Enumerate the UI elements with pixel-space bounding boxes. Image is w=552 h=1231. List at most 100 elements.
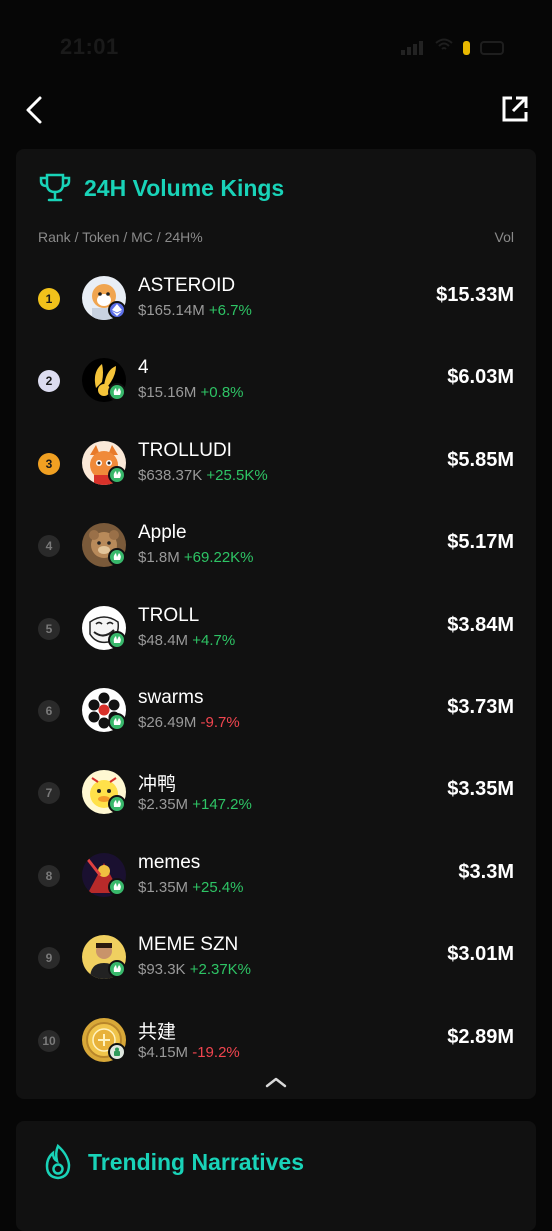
volume-kings-header: 24H Volume Kings (38, 171, 284, 205)
market-cap: $26.49M (138, 713, 197, 731)
token-name: Apple (138, 522, 187, 544)
volume-kings-card: 24H Volume Kings Rank / Token / MC / 24H… (16, 149, 536, 1099)
token-row[interactable]: 5 TROLL $48.4M +4.7% $3.84M (16, 586, 536, 668)
token-meta: $15.16M +0.8% (138, 384, 244, 401)
token-meta: $93.3K +2.37K% (138, 961, 251, 978)
token-meta: $1.8M +69.22K% (138, 549, 254, 566)
market-cap: $2.35M (138, 796, 189, 814)
market-cap: $165.14M (138, 302, 205, 319)
token-meta: $638.37K +25.5K% (138, 467, 268, 484)
rank-badge: 8 (38, 864, 60, 887)
rank-badge: 3 (38, 452, 60, 475)
chain-badge-icon (108, 712, 126, 731)
rank-badge: 9 (38, 947, 60, 970)
token-row[interactable]: 9 MEME SZN $93.3K +2.37K% $3.01M (16, 915, 536, 997)
chain-badge-icon (108, 301, 126, 319)
volume-value: $5.85M (447, 448, 514, 471)
column-header-right: Vol (494, 229, 514, 245)
volume-value: $2.89M (447, 1025, 514, 1048)
market-cap: $48.4M (138, 631, 189, 649)
token-name: ASTEROID (138, 275, 236, 296)
market-cap: $1.8M (138, 549, 180, 567)
token-name: swarms (138, 686, 204, 708)
token-meta: $2.35M +147.2% (138, 796, 252, 813)
back-button[interactable] (20, 92, 52, 128)
volume-kings-title: 24H Volume Kings (84, 174, 285, 201)
market-cap: $638.37K (138, 466, 203, 484)
rank-badge: 6 (38, 699, 60, 722)
token-row[interactable]: 1 ASTEROID $165.14M +6.7% $15.33M (16, 256, 536, 338)
token-row[interactable]: 4 Apple $1.8M +69.22K% $5.17M (16, 503, 536, 585)
token-row[interactable]: 7 冲鸭 $2.35M +147.2% $3.35M (16, 750, 536, 832)
price-change: +25.5K% (206, 466, 268, 484)
nav-bar (0, 82, 552, 138)
chain-badge-icon (108, 795, 126, 814)
token-meta: $165.14M +6.7% (138, 302, 252, 319)
token-row[interactable]: 10 共建 $4.15M -19.2% $2.89M (16, 998, 536, 1080)
rank-badge: 1 (38, 288, 60, 310)
token-meta: $1.35M +25.4% (138, 879, 244, 896)
token-name: TROLL (138, 604, 200, 626)
price-change: -19.2% (192, 1043, 240, 1061)
market-cap: $15.16M (138, 384, 197, 402)
token-row[interactable]: 2 4 $15.16M +0.8% $6.03M (16, 338, 536, 420)
status-icons (401, 38, 504, 57)
share-button[interactable] (500, 94, 530, 124)
signal-icon (401, 40, 425, 55)
market-cap: $4.15M (138, 1043, 189, 1061)
rank-badge: 4 (38, 535, 60, 558)
status-time: 21:01 (60, 34, 119, 59)
token-name: 4 (138, 357, 149, 379)
trophy-icon (39, 173, 71, 202)
collapse-button[interactable] (263, 1074, 289, 1090)
battery-indicator-icon (463, 40, 470, 55)
rank-badge: 10 (38, 1029, 60, 1052)
chain-badge-icon (108, 960, 126, 979)
chevron-left-icon (26, 96, 42, 124)
price-change: +147.2% (192, 796, 252, 814)
wifi-icon (435, 38, 453, 57)
token-name: TROLLUDI (138, 439, 232, 461)
price-change: +2.37K% (189, 961, 252, 979)
volume-value: $3.73M (447, 695, 514, 718)
price-change: -9.7% (200, 713, 240, 731)
price-change: +0.8% (200, 384, 244, 402)
token-row[interactable]: 3 TROLLUDI $638.37K +25.5K% $5.85M (16, 421, 536, 503)
battery-icon (480, 40, 504, 55)
chain-badge-icon (108, 1042, 126, 1061)
token-list: 1 ASTEROID $165.14M +6.7% $15.33M 2 4 $15.16M … (16, 256, 536, 1080)
chain-badge-icon (108, 465, 126, 484)
token-row[interactable]: 6 swarms $26.49M -9.7% $3.73M (16, 668, 536, 750)
token-name: memes (138, 851, 201, 873)
trending-narratives-title: Trending Narratives (88, 1148, 305, 1175)
token-name: MEME SZN (138, 934, 239, 956)
volume-value: $6.03M (447, 366, 514, 389)
trending-narratives-card[interactable]: Trending Narratives (16, 1121, 536, 1231)
token-name: 冲鸭 (138, 774, 177, 796)
rank-badge: 5 (38, 617, 60, 640)
volume-value: $3.84M (447, 613, 514, 636)
chain-badge-icon (108, 548, 126, 567)
price-change: +6.7% (208, 302, 252, 319)
price-change: +4.7% (192, 631, 236, 649)
volume-value: $3.01M (447, 943, 514, 966)
token-row[interactable]: 8 memes $1.35M +25.4% $3.3M (16, 833, 536, 915)
chevron-up-icon (265, 1077, 287, 1088)
external-link-icon (502, 96, 528, 122)
volume-value: $15.33M (436, 284, 514, 306)
column-header-left: Rank / Token / MC / 24H% (38, 229, 203, 245)
chain-badge-icon (108, 383, 126, 402)
chain-badge-icon (108, 877, 126, 896)
rank-badge: 2 (38, 370, 60, 393)
chain-badge-icon (108, 630, 126, 649)
volume-value: $3.35M (447, 778, 514, 801)
trending-narratives-header: Trending Narratives (40, 1143, 304, 1181)
market-cap: $93.3K (138, 961, 186, 979)
token-meta: $48.4M +4.7% (138, 632, 235, 649)
token-meta: $26.49M -9.7% (138, 714, 240, 731)
token-name: 共建 (138, 1021, 177, 1043)
price-change: +69.22K% (183, 549, 254, 567)
price-change: +25.4% (192, 878, 244, 896)
status-bar: 21:01 (0, 0, 552, 90)
rank-badge: 7 (38, 782, 60, 805)
